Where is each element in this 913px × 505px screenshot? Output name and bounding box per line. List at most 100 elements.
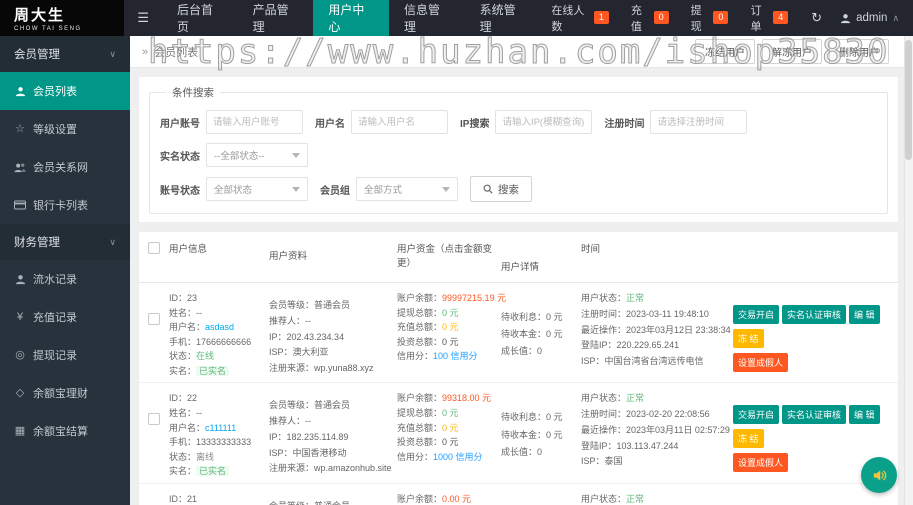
account-balance[interactable]: 99997215.19 元 — [442, 293, 506, 303]
ip-search-input[interactable] — [495, 110, 593, 134]
trade-toggle-button[interactable]: 交易开启 — [733, 305, 780, 324]
field-label: 会员组 — [320, 185, 350, 197]
app-window: https://www.huzhan.com/ishop35830 周大生 CH… — [0, 0, 913, 505]
freeze-button[interactable]: 冻 结 — [733, 329, 764, 348]
search-card: 条件搜索 用户账号 用户名 IP搜索 — [138, 76, 899, 223]
nav-home[interactable]: 后台首页 — [162, 0, 238, 36]
username-input[interactable] — [351, 110, 448, 134]
header-actions — [733, 241, 891, 273]
field-label: 注册时间： — [581, 308, 627, 319]
field-label: 用户状态： — [581, 293, 627, 303]
stat-withdraw[interactable]: 提现 0 — [680, 2, 740, 34]
login-ip: 103.113.47.244 — [616, 440, 679, 451]
invest-total[interactable]: 0 元 — [442, 337, 459, 347]
withdraw-total[interactable]: 0 元 — [442, 308, 459, 318]
recharge-total[interactable]: 0 元 — [442, 322, 459, 332]
account-balance[interactable]: 0.00 元 — [442, 494, 471, 504]
speaker-icon — [871, 467, 888, 484]
stat-orders[interactable]: 订单 4 — [739, 2, 799, 34]
freeze-users-button[interactable]: 冻结用户 — [695, 39, 755, 64]
col-user-funds: 账户余额：99318.00 元 提现总额：0 元 充值总额：0 元 投资总额：0… — [397, 391, 501, 464]
sidebar-item-recharge-records[interactable]: ¥ 充值记录 — [0, 298, 130, 336]
recharge-total[interactable]: 0 元 — [442, 423, 459, 433]
col-user-profile: 会员等级：普通会员 推荐人：-- IP：182.235.114.89 ISP：中… — [269, 391, 397, 477]
set-fake-user-button[interactable]: 设置成假人 — [733, 453, 789, 473]
realname-audit-button[interactable]: 实名认证审核 — [782, 305, 847, 324]
row-checkbox[interactable] — [148, 313, 160, 325]
delete-users-button[interactable]: 删除用户 — [829, 39, 889, 64]
header-user-profile: 用户资料 — [269, 251, 308, 262]
account-balance[interactable]: 99318.00 元 — [442, 393, 491, 403]
gem-icon: ◇ — [15, 386, 25, 399]
sidebar-item-label: 流水记录 — [33, 274, 77, 286]
sidebar-item-member-network[interactable]: 会员关系网 — [0, 148, 130, 186]
field-label: 状态： — [169, 351, 197, 362]
credit-score[interactable]: 1000 信用分 — [433, 452, 483, 462]
sidebar-item-yuebao-finance[interactable]: ◇ 余额宝理财 — [0, 374, 130, 412]
nav-products[interactable]: 产品管理 — [238, 0, 314, 36]
user-realname-status: 已实名 — [196, 365, 230, 376]
sidebar-item-level-settings[interactable]: ☆ 等级设置 — [0, 110, 130, 148]
users-icon — [14, 162, 26, 173]
register-ip: 202.43.234.34 — [286, 331, 345, 342]
invest-total[interactable]: 0 元 — [442, 437, 459, 447]
person-icon — [14, 86, 26, 97]
edit-button[interactable]: 编 辑 — [849, 405, 880, 425]
user-status: 正常 — [626, 293, 645, 303]
field-label: 状态： — [169, 451, 197, 462]
row-checkbox[interactable] — [148, 413, 160, 426]
sidebar-item-bank-cards[interactable]: 银行卡列表 — [0, 186, 130, 224]
select-all-checkbox[interactable] — [148, 242, 160, 254]
col-user-details: 待收利息：0 元 待收本金：0 元 成长值：0 — [501, 492, 581, 505]
search-button[interactable]: 搜索 — [470, 176, 532, 202]
member-group-select[interactable]: 全部方式 — [356, 177, 458, 201]
field-label: 待收利息： — [501, 412, 547, 423]
field-label: 姓名： — [169, 307, 197, 318]
customer-service-button[interactable] — [861, 457, 897, 493]
username-link[interactable]: c111111 — [205, 423, 236, 433]
col-time: 用户状态：正常 注册时间：2023-02-19 18:12:16 最近操作：20… — [581, 492, 733, 505]
caret-up-icon: ∧ — [892, 12, 900, 23]
field-label: 实名： — [169, 365, 197, 376]
field-label: 待收本金： — [501, 429, 547, 440]
menu-toggle-icon[interactable]: ☰ — [124, 0, 162, 36]
logo-title: 周大生 — [14, 6, 66, 24]
register-time-input[interactable] — [650, 110, 748, 134]
refresh-icon[interactable]: ↻ — [799, 10, 834, 26]
field-label: 待收本金： — [501, 329, 547, 340]
topbar-right: 在线人数 1 充值 0 提现 0 订单 4 ↻ admin ∧ — [540, 0, 913, 36]
admin-menu[interactable]: admin ∧ — [834, 12, 913, 24]
field-label: 会员等级： — [269, 400, 315, 411]
unfreeze-users-button[interactable]: 解冻用户 — [762, 39, 822, 64]
nav-user-center[interactable]: 用户中心 — [313, 0, 389, 36]
edit-button[interactable]: 编 辑 — [849, 305, 880, 324]
freeze-button[interactable]: 冻 结 — [733, 429, 764, 449]
user-account-input[interactable] — [206, 110, 303, 134]
user-name: -- — [196, 408, 203, 419]
stat-recharge[interactable]: 充值 0 — [620, 2, 680, 34]
username-link[interactable]: asdasd — [205, 322, 234, 332]
set-fake-user-button[interactable]: 设置成假人 — [733, 353, 789, 372]
sidebar-group-finance[interactable]: 财务管理 ∨ — [0, 224, 130, 260]
withdraw-total[interactable]: 0 元 — [442, 408, 459, 418]
sidebar-item-yuebao-settlement[interactable]: ▦ 余额宝结算 — [0, 412, 130, 450]
realname-audit-button[interactable]: 实名认证审核 — [782, 405, 847, 425]
credit-score[interactable]: 100 信用分 — [433, 351, 478, 361]
stat-online-users[interactable]: 在线人数 1 — [540, 2, 620, 34]
account-status-select[interactable]: 全部状态 — [206, 177, 308, 201]
field-label: 提现总额： — [397, 307, 443, 318]
sidebar-item-flow-records[interactable]: 流水记录 — [0, 260, 130, 298]
field-label: 登陆IP： — [581, 340, 617, 351]
logo-subtitle: CHOW TAI SENG — [14, 26, 82, 32]
field-label: 最近操作： — [581, 324, 627, 335]
col-user-profile: 会员等级：普通会员 推荐人：-- IP：202.43.234.34 ISP：澳大… — [269, 291, 397, 377]
sidebar-group-members[interactable]: 会员管理 ∨ — [0, 36, 130, 72]
sidebar-item-withdraw-records[interactable]: ◎ 提现记录 — [0, 336, 130, 374]
nav-info[interactable]: 信息管理 — [389, 0, 465, 36]
scrollbar-track — [904, 36, 913, 505]
realname-status-select[interactable]: --全部状态-- — [206, 143, 308, 167]
nav-system[interactable]: 系统管理 — [465, 0, 541, 36]
sidebar-item-member-list[interactable]: 会员列表 — [0, 72, 130, 110]
trade-toggle-button[interactable]: 交易开启 — [733, 405, 780, 425]
scrollbar-thumb[interactable] — [905, 40, 912, 160]
